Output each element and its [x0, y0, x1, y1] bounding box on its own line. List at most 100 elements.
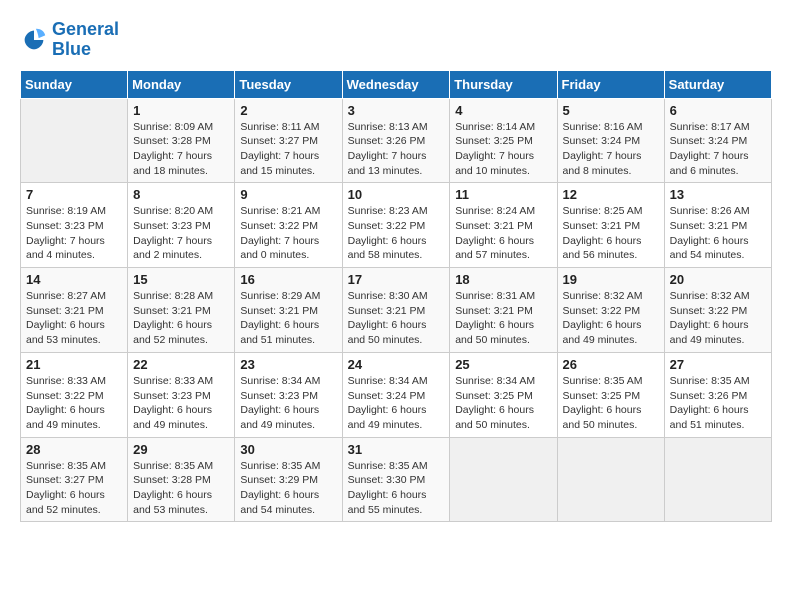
- day-cell: 16 Sunrise: 8:29 AMSunset: 3:21 PMDayligh…: [235, 268, 342, 353]
- day-number: 2: [240, 103, 336, 118]
- day-number: 30: [240, 442, 336, 457]
- week-row-2: 7 Sunrise: 8:19 AMSunset: 3:23 PMDaylight…: [21, 183, 772, 268]
- calendar-body: 1 Sunrise: 8:09 AMSunset: 3:28 PMDaylight…: [21, 98, 772, 522]
- logo: General Blue: [20, 20, 119, 60]
- day-number: 13: [670, 187, 766, 202]
- day-info: Sunrise: 8:33 AMSunset: 3:22 PMDaylight:…: [26, 374, 122, 433]
- day-cell: [664, 437, 771, 522]
- day-info: Sunrise: 8:34 AMSunset: 3:23 PMDaylight:…: [240, 374, 336, 433]
- day-number: 24: [348, 357, 445, 372]
- day-cell: 19Sunrise: 8:32 AMSunset: 3:22 PMDayligh…: [557, 268, 664, 353]
- day-info: Sunrise: 8:16 AMSunset: 3:24 PMDaylight:…: [563, 120, 659, 179]
- day-info: Sunrise: 8:25 AMSunset: 3:21 PMDaylight:…: [563, 204, 659, 263]
- day-cell: 14 Sunrise: 8:27 AMSunset: 3:21 PMDayligh…: [21, 268, 128, 353]
- day-info: Sunrise: 8:09 AMSunset: 3:28 PMDaylight:…: [133, 120, 229, 179]
- day-info: Sunrise: 8:11 AMSunset: 3:27 PMDaylight:…: [240, 120, 336, 179]
- header-cell-tuesday: Tuesday: [235, 70, 342, 98]
- day-info: Sunrise: 8:17 AMSunset: 3:24 PMDaylight:…: [670, 120, 766, 179]
- day-info: Sunrise: 8:35 AMSunset: 3:28 PMDaylight:…: [133, 459, 229, 518]
- logo-text: General Blue: [52, 20, 119, 60]
- day-number: 16: [240, 272, 336, 287]
- day-number: 1: [133, 103, 229, 118]
- calendar-table: SundayMondayTuesdayWednesdayThursdayFrid…: [20, 70, 772, 523]
- header-cell-thursday: Thursday: [450, 70, 557, 98]
- week-row-1: 1 Sunrise: 8:09 AMSunset: 3:28 PMDaylight…: [21, 98, 772, 183]
- day-cell: [450, 437, 557, 522]
- week-row-4: 21 Sunrise: 8:33 AMSunset: 3:22 PMDayligh…: [21, 352, 772, 437]
- header-cell-monday: Monday: [128, 70, 235, 98]
- day-info: Sunrise: 8:29 AMSunset: 3:21 PMDaylight:…: [240, 289, 336, 348]
- day-number: 3: [348, 103, 445, 118]
- day-number: 8: [133, 187, 229, 202]
- day-info: Sunrise: 8:23 AMSunset: 3:22 PMDaylight:…: [348, 204, 445, 263]
- day-info: Sunrise: 8:28 AMSunset: 3:21 PMDaylight:…: [133, 289, 229, 348]
- day-cell: 8 Sunrise: 8:20 AMSunset: 3:23 PMDaylight…: [128, 183, 235, 268]
- day-cell: 21 Sunrise: 8:33 AMSunset: 3:22 PMDayligh…: [21, 352, 128, 437]
- week-row-3: 14 Sunrise: 8:27 AMSunset: 3:21 PMDayligh…: [21, 268, 772, 353]
- day-info: Sunrise: 8:34 AMSunset: 3:24 PMDaylight:…: [348, 374, 445, 433]
- day-number: 18: [455, 272, 551, 287]
- day-cell: 3 Sunrise: 8:13 AMSunset: 3:26 PMDaylight…: [342, 98, 450, 183]
- day-info: Sunrise: 8:32 AMSunset: 3:22 PMDaylight:…: [670, 289, 766, 348]
- day-number: 14: [26, 272, 122, 287]
- day-cell: 7 Sunrise: 8:19 AMSunset: 3:23 PMDaylight…: [21, 183, 128, 268]
- day-cell: 17Sunrise: 8:30 AMSunset: 3:21 PMDayligh…: [342, 268, 450, 353]
- day-cell: 23 Sunrise: 8:34 AMSunset: 3:23 PMDayligh…: [235, 352, 342, 437]
- day-info: Sunrise: 8:35 AMSunset: 3:25 PMDaylight:…: [563, 374, 659, 433]
- day-cell: 31 Sunrise: 8:35 AMSunset: 3:30 PMDayligh…: [342, 437, 450, 522]
- day-cell: 13 Sunrise: 8:26 AMSunset: 3:21 PMDayligh…: [664, 183, 771, 268]
- day-number: 25: [455, 357, 551, 372]
- day-number: 23: [240, 357, 336, 372]
- day-info: Sunrise: 8:35 AMSunset: 3:26 PMDaylight:…: [670, 374, 766, 433]
- day-cell: 29Sunrise: 8:35 AMSunset: 3:28 PMDayligh…: [128, 437, 235, 522]
- day-info: Sunrise: 8:30 AMSunset: 3:21 PMDaylight:…: [348, 289, 445, 348]
- day-cell: 5Sunrise: 8:16 AMSunset: 3:24 PMDaylight…: [557, 98, 664, 183]
- day-info: Sunrise: 8:35 AMSunset: 3:27 PMDaylight:…: [26, 459, 122, 518]
- day-number: 11: [455, 187, 551, 202]
- day-number: 7: [26, 187, 122, 202]
- header-cell-sunday: Sunday: [21, 70, 128, 98]
- header-cell-wednesday: Wednesday: [342, 70, 450, 98]
- day-number: 27: [670, 357, 766, 372]
- day-cell: 6 Sunrise: 8:17 AMSunset: 3:24 PMDaylight…: [664, 98, 771, 183]
- day-info: Sunrise: 8:14 AMSunset: 3:25 PMDaylight:…: [455, 120, 551, 179]
- day-number: 6: [670, 103, 766, 118]
- day-number: 9: [240, 187, 336, 202]
- day-cell: 18 Sunrise: 8:31 AMSunset: 3:21 PMDayligh…: [450, 268, 557, 353]
- day-info: Sunrise: 8:13 AMSunset: 3:26 PMDaylight:…: [348, 120, 445, 179]
- day-info: Sunrise: 8:34 AMSunset: 3:25 PMDaylight:…: [455, 374, 551, 433]
- day-number: 31: [348, 442, 445, 457]
- day-cell: 4 Sunrise: 8:14 AMSunset: 3:25 PMDaylight…: [450, 98, 557, 183]
- day-cell: 11 Sunrise: 8:24 AMSunset: 3:21 PMDayligh…: [450, 183, 557, 268]
- day-number: 28: [26, 442, 122, 457]
- header-cell-saturday: Saturday: [664, 70, 771, 98]
- header-cell-friday: Friday: [557, 70, 664, 98]
- page-header: General Blue: [20, 20, 772, 60]
- day-info: Sunrise: 8:26 AMSunset: 3:21 PMDaylight:…: [670, 204, 766, 263]
- day-number: 12: [563, 187, 659, 202]
- day-info: Sunrise: 8:35 AMSunset: 3:30 PMDaylight:…: [348, 459, 445, 518]
- day-info: Sunrise: 8:32 AMSunset: 3:22 PMDaylight:…: [563, 289, 659, 348]
- day-info: Sunrise: 8:33 AMSunset: 3:23 PMDaylight:…: [133, 374, 229, 433]
- day-cell: 15Sunrise: 8:28 AMSunset: 3:21 PMDayligh…: [128, 268, 235, 353]
- day-cell: [21, 98, 128, 183]
- day-info: Sunrise: 8:31 AMSunset: 3:21 PMDaylight:…: [455, 289, 551, 348]
- day-cell: 10Sunrise: 8:23 AMSunset: 3:22 PMDayligh…: [342, 183, 450, 268]
- day-number: 21: [26, 357, 122, 372]
- day-cell: 24 Sunrise: 8:34 AMSunset: 3:24 PMDayligh…: [342, 352, 450, 437]
- day-number: 4: [455, 103, 551, 118]
- day-info: Sunrise: 8:27 AMSunset: 3:21 PMDaylight:…: [26, 289, 122, 348]
- day-info: Sunrise: 8:24 AMSunset: 3:21 PMDaylight:…: [455, 204, 551, 263]
- day-cell: 25 Sunrise: 8:34 AMSunset: 3:25 PMDayligh…: [450, 352, 557, 437]
- day-cell: 9Sunrise: 8:21 AMSunset: 3:22 PMDaylight…: [235, 183, 342, 268]
- day-info: Sunrise: 8:20 AMSunset: 3:23 PMDaylight:…: [133, 204, 229, 263]
- day-cell: 1 Sunrise: 8:09 AMSunset: 3:28 PMDaylight…: [128, 98, 235, 183]
- day-cell: 27 Sunrise: 8:35 AMSunset: 3:26 PMDayligh…: [664, 352, 771, 437]
- day-number: 20: [670, 272, 766, 287]
- day-number: 22: [133, 357, 229, 372]
- day-info: Sunrise: 8:19 AMSunset: 3:23 PMDaylight:…: [26, 204, 122, 263]
- day-number: 26: [563, 357, 659, 372]
- day-info: Sunrise: 8:35 AMSunset: 3:29 PMDaylight:…: [240, 459, 336, 518]
- logo-icon: [20, 26, 48, 54]
- day-cell: 30 Sunrise: 8:35 AMSunset: 3:29 PMDayligh…: [235, 437, 342, 522]
